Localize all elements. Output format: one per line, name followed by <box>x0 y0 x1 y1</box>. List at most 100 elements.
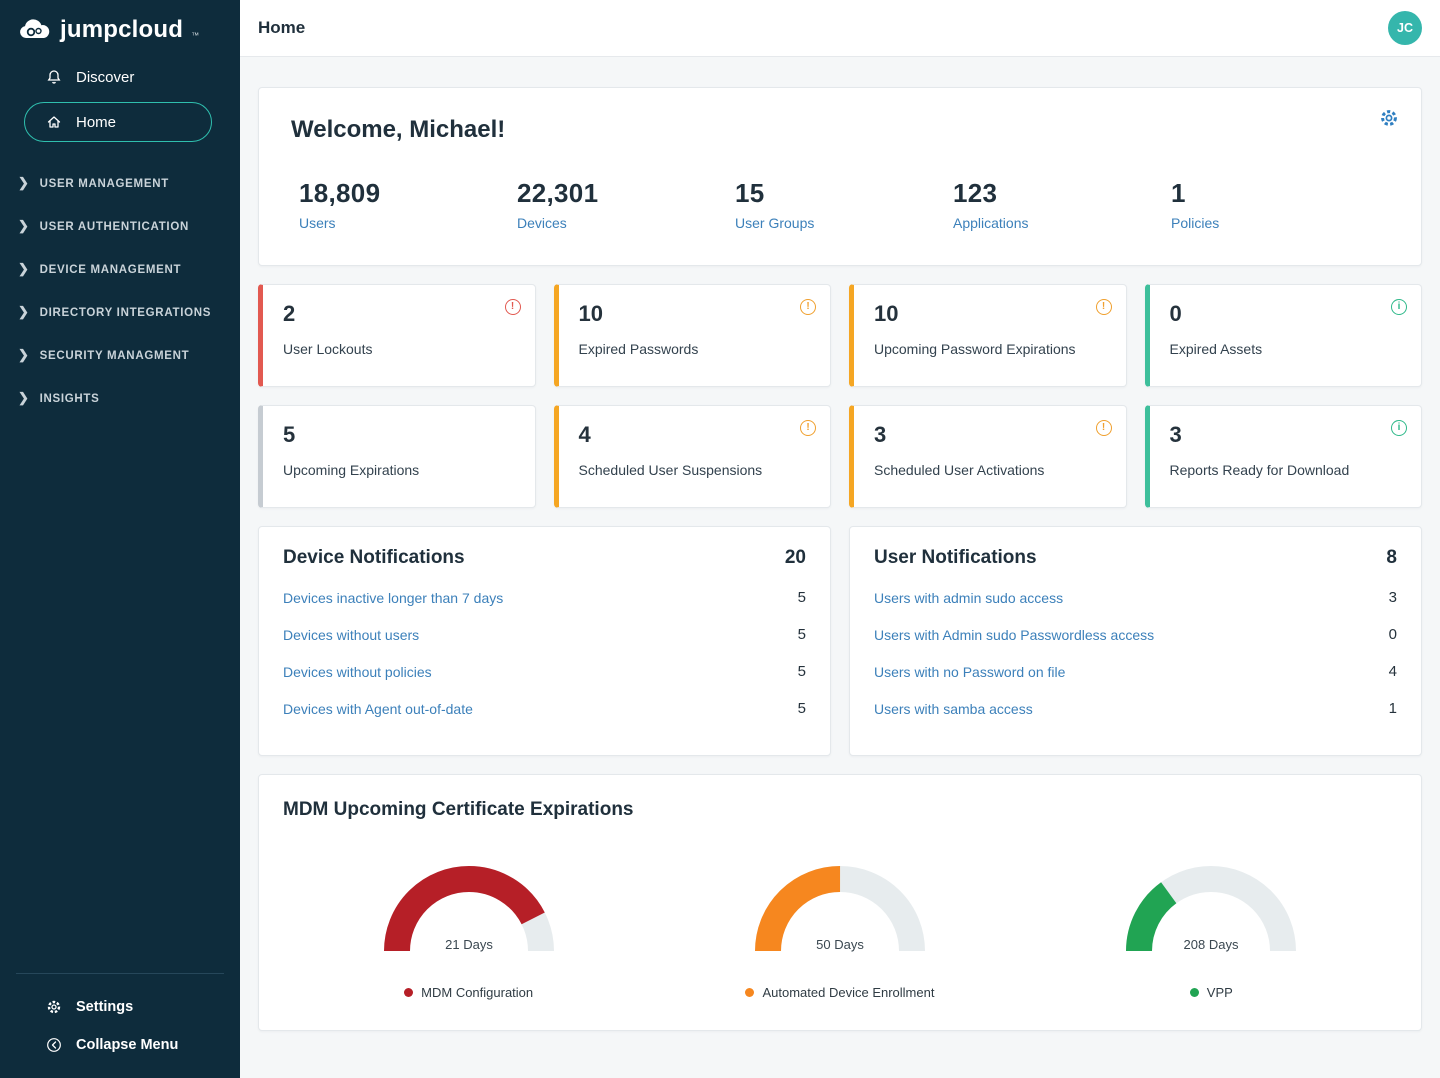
chevron-right-icon: ❯ <box>18 391 30 404</box>
card-label: Upcoming Password Expirations <box>874 341 1106 357</box>
list-item: Devices without users 5 <box>283 616 806 653</box>
card-value: 10 <box>579 301 811 327</box>
card-value: 10 <box>874 301 1106 327</box>
warning-icon: ! <box>800 299 816 315</box>
card-scheduled-user-suspensions[interactable]: 4 ! Scheduled User Suspensions <box>554 405 832 508</box>
gear-icon <box>45 998 63 1016</box>
list-item: Users with no Password on file 4 <box>874 653 1397 690</box>
card-value: 5 <box>283 422 515 448</box>
stat-value: 22,301 <box>517 178 735 209</box>
card-label: Upcoming Expirations <box>283 462 515 478</box>
jumpcloud-cloud-icon <box>16 18 52 42</box>
sidebar-section-user-authentication[interactable]: ❯ USER AUTHENTICATION <box>0 205 240 248</box>
section-label: USER MANAGEMENT <box>40 178 169 190</box>
notification-count: 5 <box>798 589 806 606</box>
page-title: Home <box>258 18 305 38</box>
notification-link[interactable]: Users with samba access <box>874 701 1033 717</box>
main-area: Home JC Welcome, Michael! 18,809 Users 2… <box>240 0 1440 1078</box>
chevron-right-icon: ❯ <box>18 348 30 361</box>
sidebar-item-settings[interactable]: Settings <box>0 988 240 1026</box>
info-icon: i <box>1391 299 1407 315</box>
device-notifications-panel: Device Notifications 20 Devices inactive… <box>258 526 831 756</box>
sidebar-item-label: Collapse Menu <box>76 1037 178 1053</box>
legend-automated-device-enrollment: Automated Device Enrollment <box>745 985 934 1000</box>
mdm-card-title: MDM Upcoming Certificate Expirations <box>283 799 1397 821</box>
notification-count: 4 <box>1389 663 1397 680</box>
dashboard-content: Welcome, Michael! 18,809 Users 22,301 De… <box>240 57 1440 1078</box>
notification-link[interactable]: Devices without policies <box>283 664 432 680</box>
sidebar-item-home[interactable]: Home <box>24 102 212 142</box>
gauge-chart: 21 Days <box>369 853 569 955</box>
list-item: Users with admin sudo access 3 <box>874 579 1397 616</box>
stat-link[interactable]: Users <box>299 215 517 231</box>
card-scheduled-user-activations[interactable]: 3 ! Scheduled User Activations <box>849 405 1127 508</box>
notification-link[interactable]: Devices without users <box>283 627 419 643</box>
legend-label: MDM Configuration <box>421 985 533 1000</box>
sidebar-section-insights[interactable]: ❯ INSIGHTS <box>0 377 240 420</box>
settings-gear-icon[interactable] <box>1379 108 1399 128</box>
chevron-right-icon: ❯ <box>18 262 30 275</box>
stat-value: 15 <box>735 178 953 209</box>
card-label: User Lockouts <box>283 341 515 357</box>
card-value: 3 <box>1170 422 1402 448</box>
info-icon: i <box>1391 420 1407 436</box>
logo-trademark: ™ <box>191 31 199 40</box>
divider <box>16 973 224 974</box>
avatar[interactable]: JC <box>1388 11 1422 45</box>
stat-link[interactable]: Devices <box>517 215 735 231</box>
section-label: USER AUTHENTICATION <box>40 221 189 233</box>
card-user-lockouts[interactable]: 2 ! User Lockouts <box>258 284 536 387</box>
card-label: Scheduled User Suspensions <box>579 462 811 478</box>
summary-stats: 18,809 Users 22,301 Devices 15 User Grou… <box>291 178 1389 231</box>
sidebar-section-directory-integrations[interactable]: ❯ DIRECTORY INTEGRATIONS <box>0 291 240 334</box>
legend-dot <box>404 988 413 997</box>
stat-link[interactable]: User Groups <box>735 215 953 231</box>
jumpcloud-logo: jumpcloud ™ <box>0 0 240 58</box>
gauge-chart: 50 Days <box>740 853 940 955</box>
alert-cards-row-1: 2 ! User Lockouts 10 ! Expired Passwords… <box>258 284 1422 387</box>
panel-title: Device Notifications <box>283 547 465 569</box>
card-value: 4 <box>579 422 811 448</box>
notification-link[interactable]: Users with admin sudo access <box>874 590 1063 606</box>
gauge-label: 50 Days <box>816 937 864 952</box>
card-expired-passwords[interactable]: 10 ! Expired Passwords <box>554 284 832 387</box>
stat-user-groups: 15 User Groups <box>735 178 953 231</box>
card-label: Expired Assets <box>1170 341 1402 357</box>
user-notifications-panel: User Notifications 8 Users with admin su… <box>849 526 1422 756</box>
card-value: 3 <box>874 422 1106 448</box>
welcome-card: Welcome, Michael! 18,809 Users 22,301 De… <box>258 87 1422 266</box>
sidebar-section-security-management[interactable]: ❯ SECURITY MANAGMENT <box>0 334 240 377</box>
sidebar-item-discover[interactable]: Discover <box>0 58 240 96</box>
top-bar: Home JC <box>240 0 1440 57</box>
stat-value: 123 <box>953 178 1171 209</box>
card-value: 2 <box>283 301 515 327</box>
gauge-vpp: 208 Days VPP <box>1111 853 1311 1000</box>
sidebar-section-user-management[interactable]: ❯ USER MANAGEMENT <box>0 162 240 205</box>
section-label: DEVICE MANAGEMENT <box>40 264 182 276</box>
legend-label: VPP <box>1207 985 1233 1000</box>
sidebar-item-collapse-menu[interactable]: Collapse Menu <box>0 1026 240 1064</box>
chevron-right-icon: ❯ <box>18 219 30 232</box>
list-item: Devices with Agent out-of-date 5 <box>283 690 806 727</box>
legend-mdm-configuration: MDM Configuration <box>404 985 533 1000</box>
mdm-certificate-expirations-card: MDM Upcoming Certificate Expirations 21 … <box>258 774 1422 1031</box>
notification-count: 1 <box>1389 700 1397 717</box>
card-upcoming-password-expirations[interactable]: 10 ! Upcoming Password Expirations <box>849 284 1127 387</box>
gauge-label: 208 Days <box>1184 937 1239 952</box>
sidebar-sections: ❯ USER MANAGEMENT ❯ USER AUTHENTICATION … <box>0 162 240 420</box>
stat-devices: 22,301 Devices <box>517 178 735 231</box>
home-icon <box>45 113 63 131</box>
notification-link[interactable]: Users with no Password on file <box>874 664 1065 680</box>
notification-link[interactable]: Devices with Agent out-of-date <box>283 701 473 717</box>
notification-link[interactable]: Devices inactive longer than 7 days <box>283 590 503 606</box>
notification-link[interactable]: Users with Admin sudo Passwordless acces… <box>874 627 1154 643</box>
card-reports-ready[interactable]: 3 i Reports Ready for Download <box>1145 405 1423 508</box>
chevron-right-icon: ❯ <box>18 305 30 318</box>
stat-link[interactable]: Policies <box>1171 215 1389 231</box>
card-expired-assets[interactable]: 0 i Expired Assets <box>1145 284 1423 387</box>
sidebar-item-label: Discover <box>76 69 134 86</box>
gauges-row: 21 Days MDM Configuration 50 Days <box>283 853 1397 1000</box>
card-upcoming-expirations[interactable]: 5 Upcoming Expirations <box>258 405 536 508</box>
sidebar-section-device-management[interactable]: ❯ DEVICE MANAGEMENT <box>0 248 240 291</box>
stat-link[interactable]: Applications <box>953 215 1171 231</box>
